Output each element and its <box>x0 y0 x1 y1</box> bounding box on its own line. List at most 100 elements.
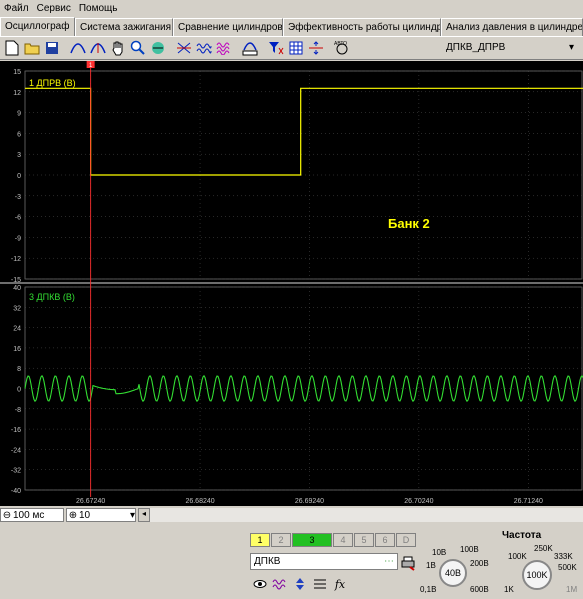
svg-text:АВТО: АВТО <box>334 41 347 47</box>
function-icon[interactable]: fx <box>330 574 350 594</box>
bottom-bar: ⊖ 100 мс ⊕ 10 ▾ ◂ <box>0 507 583 523</box>
channel-button-2[interactable]: 2 <box>271 533 291 547</box>
scale-value: 10 <box>79 509 91 521</box>
ch1-tick-label: 0 <box>17 173 21 180</box>
tab-cylinder-efficiency[interactable]: Эффективность работы цилиндров <box>283 18 441 36</box>
voltage-label-100: 100В <box>460 545 479 554</box>
horizontal-scrollbar[interactable] <box>150 508 583 522</box>
ch3-tick-label: -24 <box>11 447 21 454</box>
chevron-down-icon: ▾ <box>129 509 135 521</box>
new-file-icon[interactable] <box>2 38 22 58</box>
timebase-control[interactable]: ⊖ 100 мс <box>0 508 64 522</box>
scale-control[interactable]: ⊕ 10 ▾ <box>66 508 136 522</box>
waveform-icon[interactable] <box>270 574 290 594</box>
ch3-tick-label: 16 <box>13 346 21 353</box>
menu-bar: Файл Сервис Помощь <box>0 0 583 16</box>
ch3-tick-label: 32 <box>13 305 21 312</box>
ch1-tick-label: -3 <box>15 194 21 201</box>
tab-pressure-analysis[interactable]: Анализ давления в цилиндре <box>441 18 583 36</box>
signal-icon[interactable] <box>148 38 168 58</box>
channel-button-1[interactable]: 1 <box>250 533 270 547</box>
freq-label-1k: 1K <box>504 585 514 594</box>
freq-label-250k: 250K <box>534 544 553 553</box>
bank-annotation: Банк 2 <box>388 216 430 231</box>
ch3-tick-label: -16 <box>11 427 21 434</box>
voltage-knob[interactable]: 10В 100В 1В 200В 0,1В 600В 40В <box>420 545 496 599</box>
ch3-label: 3 ДПКВ (В) <box>29 292 75 302</box>
save-icon[interactable] <box>42 38 62 58</box>
ch3-tick-label: -40 <box>11 488 21 495</box>
ch3-tick-label: 8 <box>17 366 21 373</box>
x-tick-label: 26.69240 <box>295 498 324 505</box>
ch1-tick-label: -15 <box>11 277 21 284</box>
trigger-fall-icon[interactable] <box>88 38 108 58</box>
ch1-tick-label: 3 <box>17 152 21 159</box>
plus-icon[interactable]: ⊕ <box>67 510 79 521</box>
x-tick-label: 26.68240 <box>185 498 214 505</box>
channel-button-d[interactable]: D <box>396 533 416 547</box>
channel-button-3[interactable]: 3 <box>292 533 332 547</box>
ch1-tick-label: -12 <box>11 256 21 263</box>
channel-button-4[interactable]: 4 <box>333 533 353 547</box>
minus-icon[interactable]: ⊖ <box>1 510 13 521</box>
ch3-trace <box>24 374 583 403</box>
tab-cylinder-compare[interactable]: Сравнение цилиндров <box>173 18 283 36</box>
tab-ignition[interactable]: Система зажигания <box>75 18 173 36</box>
frequency-knob-dial: 100K <box>522 560 552 590</box>
menu-help[interactable]: Помощь <box>75 3 122 14</box>
filter-icon[interactable] <box>266 38 286 58</box>
ch3-tick-label: -8 <box>15 407 21 414</box>
voltage-label-1: 1В <box>426 561 436 570</box>
ch1-tick-label: 15 <box>13 69 21 76</box>
oscilloscope-display[interactable]: 15 12 9 6 3 0 -3 -6 -9 -12 -15 40 32 24 16 8 0 -8 -16 -24 -3… <box>0 61 583 506</box>
lines-icon[interactable] <box>310 574 330 594</box>
ch3-tick-label: -32 <box>11 468 21 475</box>
frequency-title: Частота <box>502 530 542 541</box>
timebase-value: 100 мс <box>13 509 45 521</box>
cursor-tool-icon[interactable] <box>174 38 194 58</box>
wave-icon[interactable] <box>194 38 214 58</box>
eye-icon[interactable] <box>250 574 270 594</box>
ch1-trace <box>25 87 583 176</box>
hand-pan-icon[interactable] <box>108 38 128 58</box>
zoom-icon[interactable] <box>128 38 148 58</box>
menu-file[interactable]: Файл <box>0 3 33 14</box>
channel-name-field[interactable]: ДПКВ ⋯ <box>250 553 398 570</box>
scroll-left-button[interactable]: ◂ <box>138 508 150 522</box>
tab-oscilloscope[interactable]: Осциллограф <box>0 17 75 36</box>
channel-actions: fx <box>250 574 350 594</box>
ch3-tick-label: 24 <box>13 326 21 333</box>
chevron-down-icon: ▾ <box>568 42 574 53</box>
ch3-tick-label: 0 <box>17 387 21 394</box>
print-icon[interactable] <box>400 555 416 574</box>
voltage-label-200: 200В <box>470 559 489 568</box>
auto-scale-icon[interactable] <box>240 38 260 58</box>
scope-svg: 15 12 9 6 3 0 -3 -6 -9 -12 -1540 32 24 16 8 0 -8 -16 -24 -3… <box>0 61 583 505</box>
open-folder-icon[interactable] <box>22 38 42 58</box>
ch1-tick-label: -6 <box>15 215 21 222</box>
menu-service[interactable]: Сервис <box>33 3 75 14</box>
x-tick-label: 26.67240 <box>76 498 105 505</box>
ch3-tick-label: 40 <box>13 285 21 292</box>
channel-set-select[interactable]: ДПКВ_ДПРВ ▾ <box>400 38 580 57</box>
vertical-arrows-icon[interactable] <box>290 574 310 594</box>
freq-label-333k: 333K <box>554 552 573 561</box>
dots-button[interactable]: ⋯ <box>384 556 397 567</box>
channel-name-value: ДПКВ <box>254 556 281 567</box>
ch1-tick-label: -9 <box>15 235 21 242</box>
channel-buttons: 1 2 3 4 5 6 D <box>250 533 417 547</box>
tab-bar: Осциллограф Система зажигания Сравнение … <box>0 17 583 36</box>
trigger-rise-icon[interactable] <box>68 38 88 58</box>
ch1-label: 1 ДПРВ (В) <box>29 78 76 88</box>
channel-button-5[interactable]: 5 <box>354 533 374 547</box>
grid-icon[interactable] <box>286 38 306 58</box>
channel-set-value: ДПКВ_ДПРВ <box>446 42 506 53</box>
auto-icon[interactable]: АВТО <box>332 38 352 58</box>
freq-label-100k: 100K <box>508 552 527 561</box>
wave-multi-icon[interactable] <box>214 38 234 58</box>
channel-button-6[interactable]: 6 <box>375 533 395 547</box>
x-tick-label: 26.71240 <box>514 498 543 505</box>
split-icon[interactable] <box>306 38 326 58</box>
frequency-knob[interactable]: 250K 100K 333K 500K 1K 1M 100K <box>504 544 580 599</box>
voltage-label-01: 0,1В <box>420 585 437 594</box>
